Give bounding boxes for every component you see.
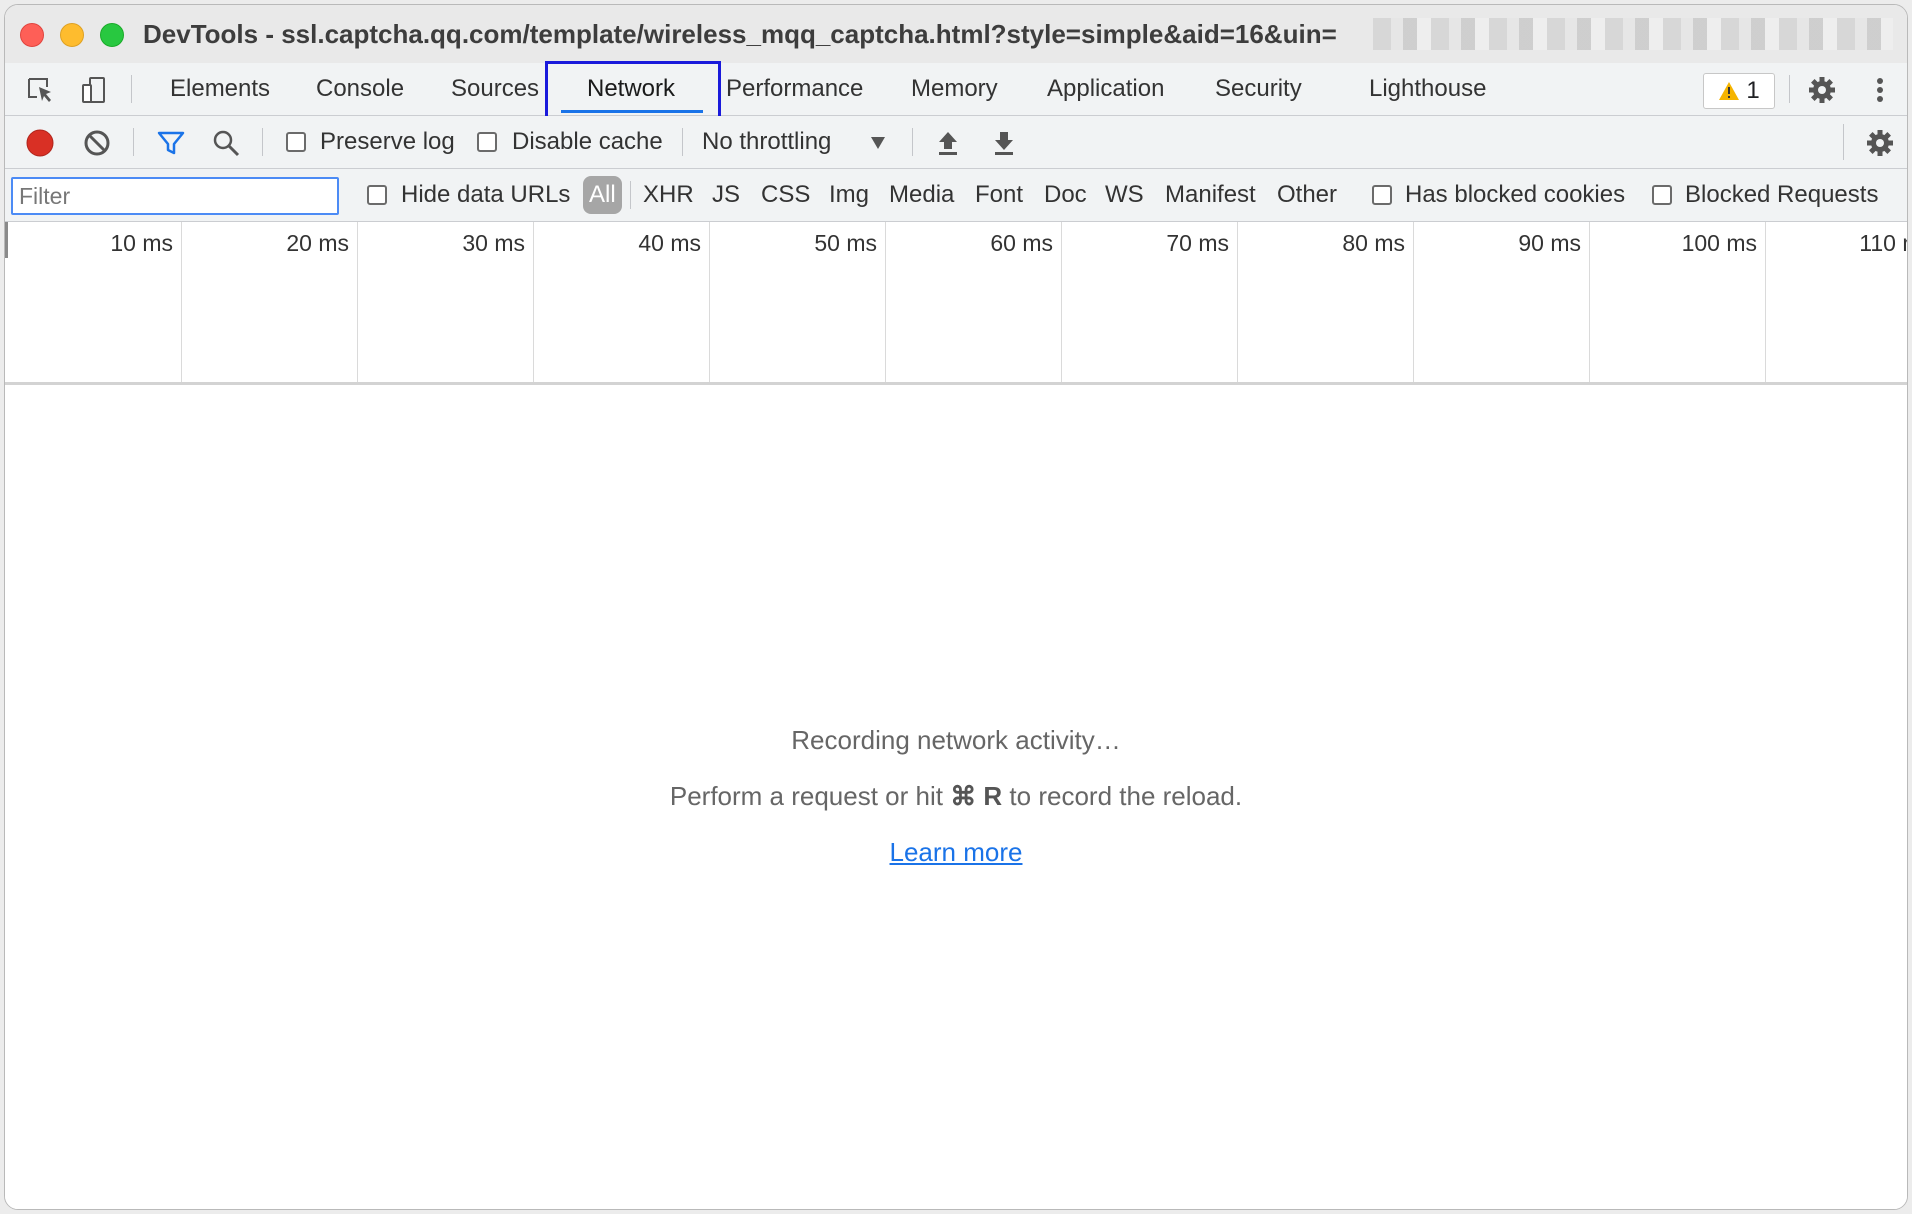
preserve-log-checkbox[interactable] bbox=[286, 132, 306, 152]
warnings-badge[interactable]: 1 bbox=[1703, 73, 1775, 109]
zoom-window-button[interactable] bbox=[100, 23, 124, 47]
window-title: DevTools - ssl.captcha.qq.com/template/w… bbox=[143, 19, 1337, 49]
separator bbox=[133, 128, 134, 156]
timeline-tick-label: 100 ms bbox=[1681, 230, 1757, 256]
devtools-window: DevTools - ssl.captcha.qq.com/template/w… bbox=[4, 4, 1908, 1210]
blocked-requests-label: Blocked Requests bbox=[1685, 181, 1879, 208]
recording-message: Recording network activity… bbox=[791, 725, 1121, 755]
title-bar: DevTools - ssl.captcha.qq.com/template/w… bbox=[5, 5, 1907, 64]
preserve-log-label: Preserve log bbox=[320, 128, 455, 155]
separator bbox=[262, 128, 263, 156]
tab-lighthouse[interactable]: Lighthouse bbox=[1369, 63, 1486, 115]
redacted-area bbox=[1373, 18, 1893, 50]
record-icon[interactable] bbox=[23, 126, 57, 160]
hide-data-urls-label: Hide data URLs bbox=[401, 181, 571, 208]
separator bbox=[682, 128, 683, 156]
more-options-icon[interactable] bbox=[1863, 73, 1897, 107]
request-list-empty-state: Recording network activity… Perform a re… bbox=[5, 385, 1907, 1209]
reload-hint: Perform a request or hit ⌘ R to record t… bbox=[5, 781, 1907, 812]
has-blocked-cookies-checkbox[interactable] bbox=[1372, 185, 1392, 205]
tab-elements[interactable]: Elements bbox=[170, 63, 270, 115]
timeline-gridline bbox=[1237, 222, 1238, 382]
tab-sources[interactable]: Sources bbox=[451, 63, 539, 115]
type-filter-manifest[interactable]: Manifest bbox=[1165, 169, 1256, 221]
timeline-tick-label: 60 ms bbox=[990, 230, 1053, 256]
type-filter-ws[interactable]: WS bbox=[1105, 169, 1144, 221]
tab-memory[interactable]: Memory bbox=[911, 63, 998, 115]
timeline-gridline bbox=[885, 222, 886, 382]
separator bbox=[912, 128, 913, 156]
timeline-gridline bbox=[1765, 222, 1766, 382]
timeline-tick-label: 20 ms bbox=[286, 230, 349, 256]
timeline-gridline bbox=[181, 222, 182, 382]
filter-bar: Hide data URLs All XHR JS CSS Img Media … bbox=[5, 169, 1907, 222]
throttling-select[interactable]: No throttling bbox=[702, 128, 831, 156]
timeline-gridline bbox=[533, 222, 534, 382]
close-window-button[interactable] bbox=[20, 23, 44, 47]
settings-gear-icon[interactable] bbox=[1805, 73, 1839, 107]
has-blocked-cookies-label: Has blocked cookies bbox=[1405, 181, 1626, 208]
separator bbox=[1789, 75, 1790, 103]
separator bbox=[630, 181, 631, 209]
device-toolbar-icon[interactable] bbox=[77, 73, 111, 107]
tab-application[interactable]: Application bbox=[1047, 63, 1164, 115]
timeline-overview[interactable]: 10 ms 20 ms 30 ms 40 ms 50 ms 60 ms 70 ms 80 ms… bbox=[5, 222, 1907, 385]
panel-tab-bar: Elements Console Sources Network Perform… bbox=[5, 63, 1907, 116]
type-filter-doc[interactable]: Doc bbox=[1044, 169, 1087, 221]
type-filter-css[interactable]: CSS bbox=[761, 169, 810, 221]
timeline-tick-label: 80 ms bbox=[1342, 230, 1405, 256]
disable-cache-checkbox[interactable] bbox=[477, 132, 497, 152]
type-filter-img[interactable]: Img bbox=[829, 169, 869, 221]
blocked-requests-checkbox[interactable] bbox=[1652, 185, 1672, 205]
clear-icon[interactable] bbox=[80, 126, 114, 160]
filter-input[interactable] bbox=[11, 177, 339, 215]
reload-hint-prefix: Perform a request or hit bbox=[669, 781, 951, 811]
warning-icon bbox=[1719, 82, 1740, 100]
timeline-tick-label: 30 ms bbox=[462, 230, 525, 256]
reload-shortcut: ⌘ R bbox=[950, 781, 1003, 811]
export-har-icon[interactable] bbox=[987, 126, 1021, 160]
timeline-tick-label: 40 ms bbox=[638, 230, 701, 256]
timeline-tick-label: 90 ms bbox=[1518, 230, 1581, 256]
import-har-icon[interactable] bbox=[931, 126, 965, 160]
separator bbox=[1843, 124, 1844, 160]
timeline-tick-label: 10 ms bbox=[110, 230, 173, 256]
type-filter-media[interactable]: Media bbox=[889, 169, 954, 221]
reload-hint-suffix: to record the reload. bbox=[1002, 781, 1243, 811]
separator bbox=[131, 75, 132, 103]
type-filter-font[interactable]: Font bbox=[975, 169, 1023, 221]
type-filter-js[interactable]: JS bbox=[712, 169, 740, 221]
timeline-gridline bbox=[357, 222, 358, 382]
search-icon[interactable] bbox=[209, 126, 243, 160]
network-toolbar: Preserve log Disable cache No throttling bbox=[5, 116, 1907, 169]
warnings-count: 1 bbox=[1746, 77, 1760, 104]
inspect-element-icon[interactable] bbox=[23, 73, 57, 107]
type-filter-other[interactable]: Other bbox=[1277, 169, 1337, 221]
hide-data-urls-checkbox[interactable] bbox=[367, 185, 387, 205]
dropdown-arrow-icon[interactable] bbox=[871, 137, 885, 149]
network-settings-gear-icon[interactable] bbox=[1863, 126, 1897, 160]
timeline-tick-label: 70 ms bbox=[1166, 230, 1229, 256]
timeline-tick-label: 50 ms bbox=[814, 230, 877, 256]
tab-performance[interactable]: Performance bbox=[726, 63, 863, 115]
learn-more-link[interactable]: Learn more bbox=[890, 837, 1023, 867]
filter-funnel-icon[interactable] bbox=[154, 126, 188, 160]
disable-cache-label: Disable cache bbox=[512, 128, 663, 155]
timeline-tick-label: 110 ms bbox=[1859, 230, 1907, 256]
timeline-gridline bbox=[1413, 222, 1414, 382]
type-filter-all[interactable]: All bbox=[583, 176, 622, 214]
type-filter-xhr[interactable]: XHR bbox=[643, 169, 694, 221]
timeline-gridline bbox=[709, 222, 710, 382]
timeline-edge-marker bbox=[5, 222, 8, 258]
minimize-window-button[interactable] bbox=[60, 23, 84, 47]
tab-console[interactable]: Console bbox=[316, 63, 404, 115]
timeline-gridline bbox=[1061, 222, 1062, 382]
timeline-gridline bbox=[1589, 222, 1590, 382]
tab-security[interactable]: Security bbox=[1215, 63, 1302, 115]
